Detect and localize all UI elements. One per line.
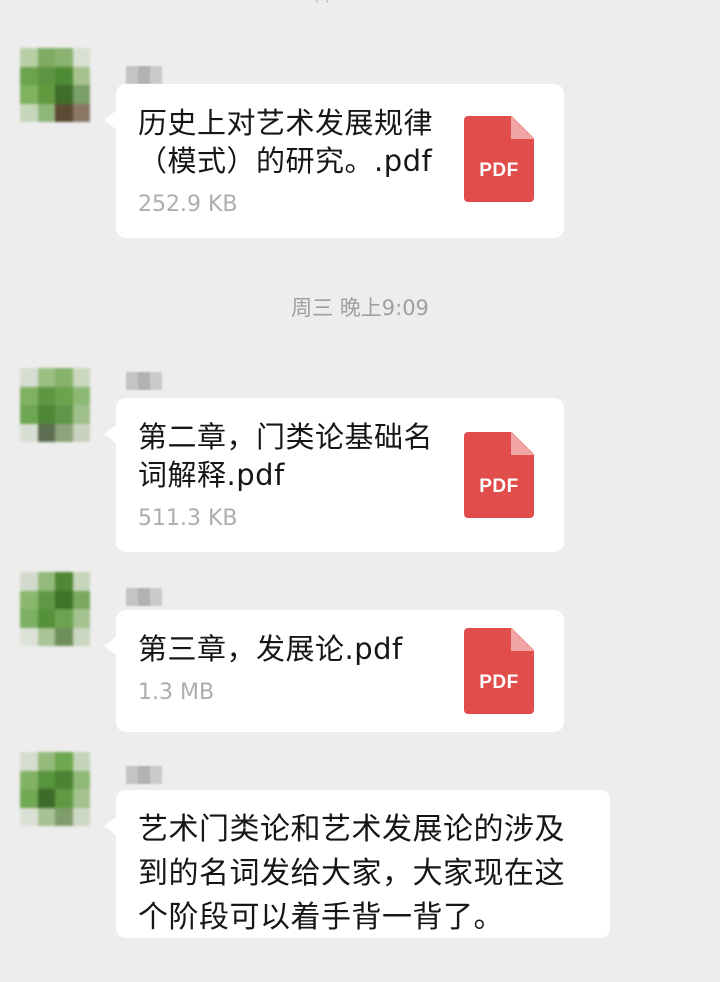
pdf-file-icon: PDF (464, 432, 534, 518)
sender-name (126, 766, 162, 784)
message-timestamp: 周三 晚上9:09 (291, 296, 429, 320)
file-size: 511.3 KB (138, 506, 238, 531)
file-message-bubble[interactable]: 历史上对艺术发展规律（模式）的研究。.pdf 252.9 KB PDF (104, 84, 564, 238)
pdf-file-icon: PDF (464, 628, 534, 714)
avatar[interactable] (20, 48, 90, 122)
avatar[interactable] (20, 572, 90, 646)
chat-history[interactable]: · · 历史上对艺术发展规律（模式）的研究。.pdf 252.9 KB PDF … (0, 0, 720, 982)
avatar[interactable] (20, 368, 90, 442)
file-name: 历史上对艺术发展规律（模式）的研究。.pdf (138, 106, 434, 178)
file-message-bubble[interactable]: 第二章，门类论基础名词解释.pdf 511.3 KB PDF (104, 398, 564, 552)
file-name: 第三章，发展论.pdf (138, 632, 403, 666)
text-message-bubble[interactable]: 艺术门类论和艺术发展论的涉及到的名词发给大家，大家现在这个阶段可以着手背一背了。 (104, 790, 610, 938)
sender-name (126, 66, 162, 84)
avatar[interactable] (20, 752, 90, 826)
partial-timestamp: · · (314, 0, 330, 11)
file-message-bubble[interactable]: 第三章，发展论.pdf 1.3 MB PDF (104, 610, 564, 732)
sender-name (126, 588, 162, 606)
file-size: 252.9 KB (138, 192, 238, 217)
message-text: 艺术门类论和艺术发展论的涉及到的名词发给大家，大家现在这个阶段可以着手背一背了。 (138, 812, 565, 935)
sender-name (126, 372, 162, 390)
pdf-file-icon: PDF (464, 116, 534, 202)
file-size: 1.3 MB (138, 680, 215, 705)
file-name: 第二章，门类论基础名词解释.pdf (138, 420, 434, 492)
